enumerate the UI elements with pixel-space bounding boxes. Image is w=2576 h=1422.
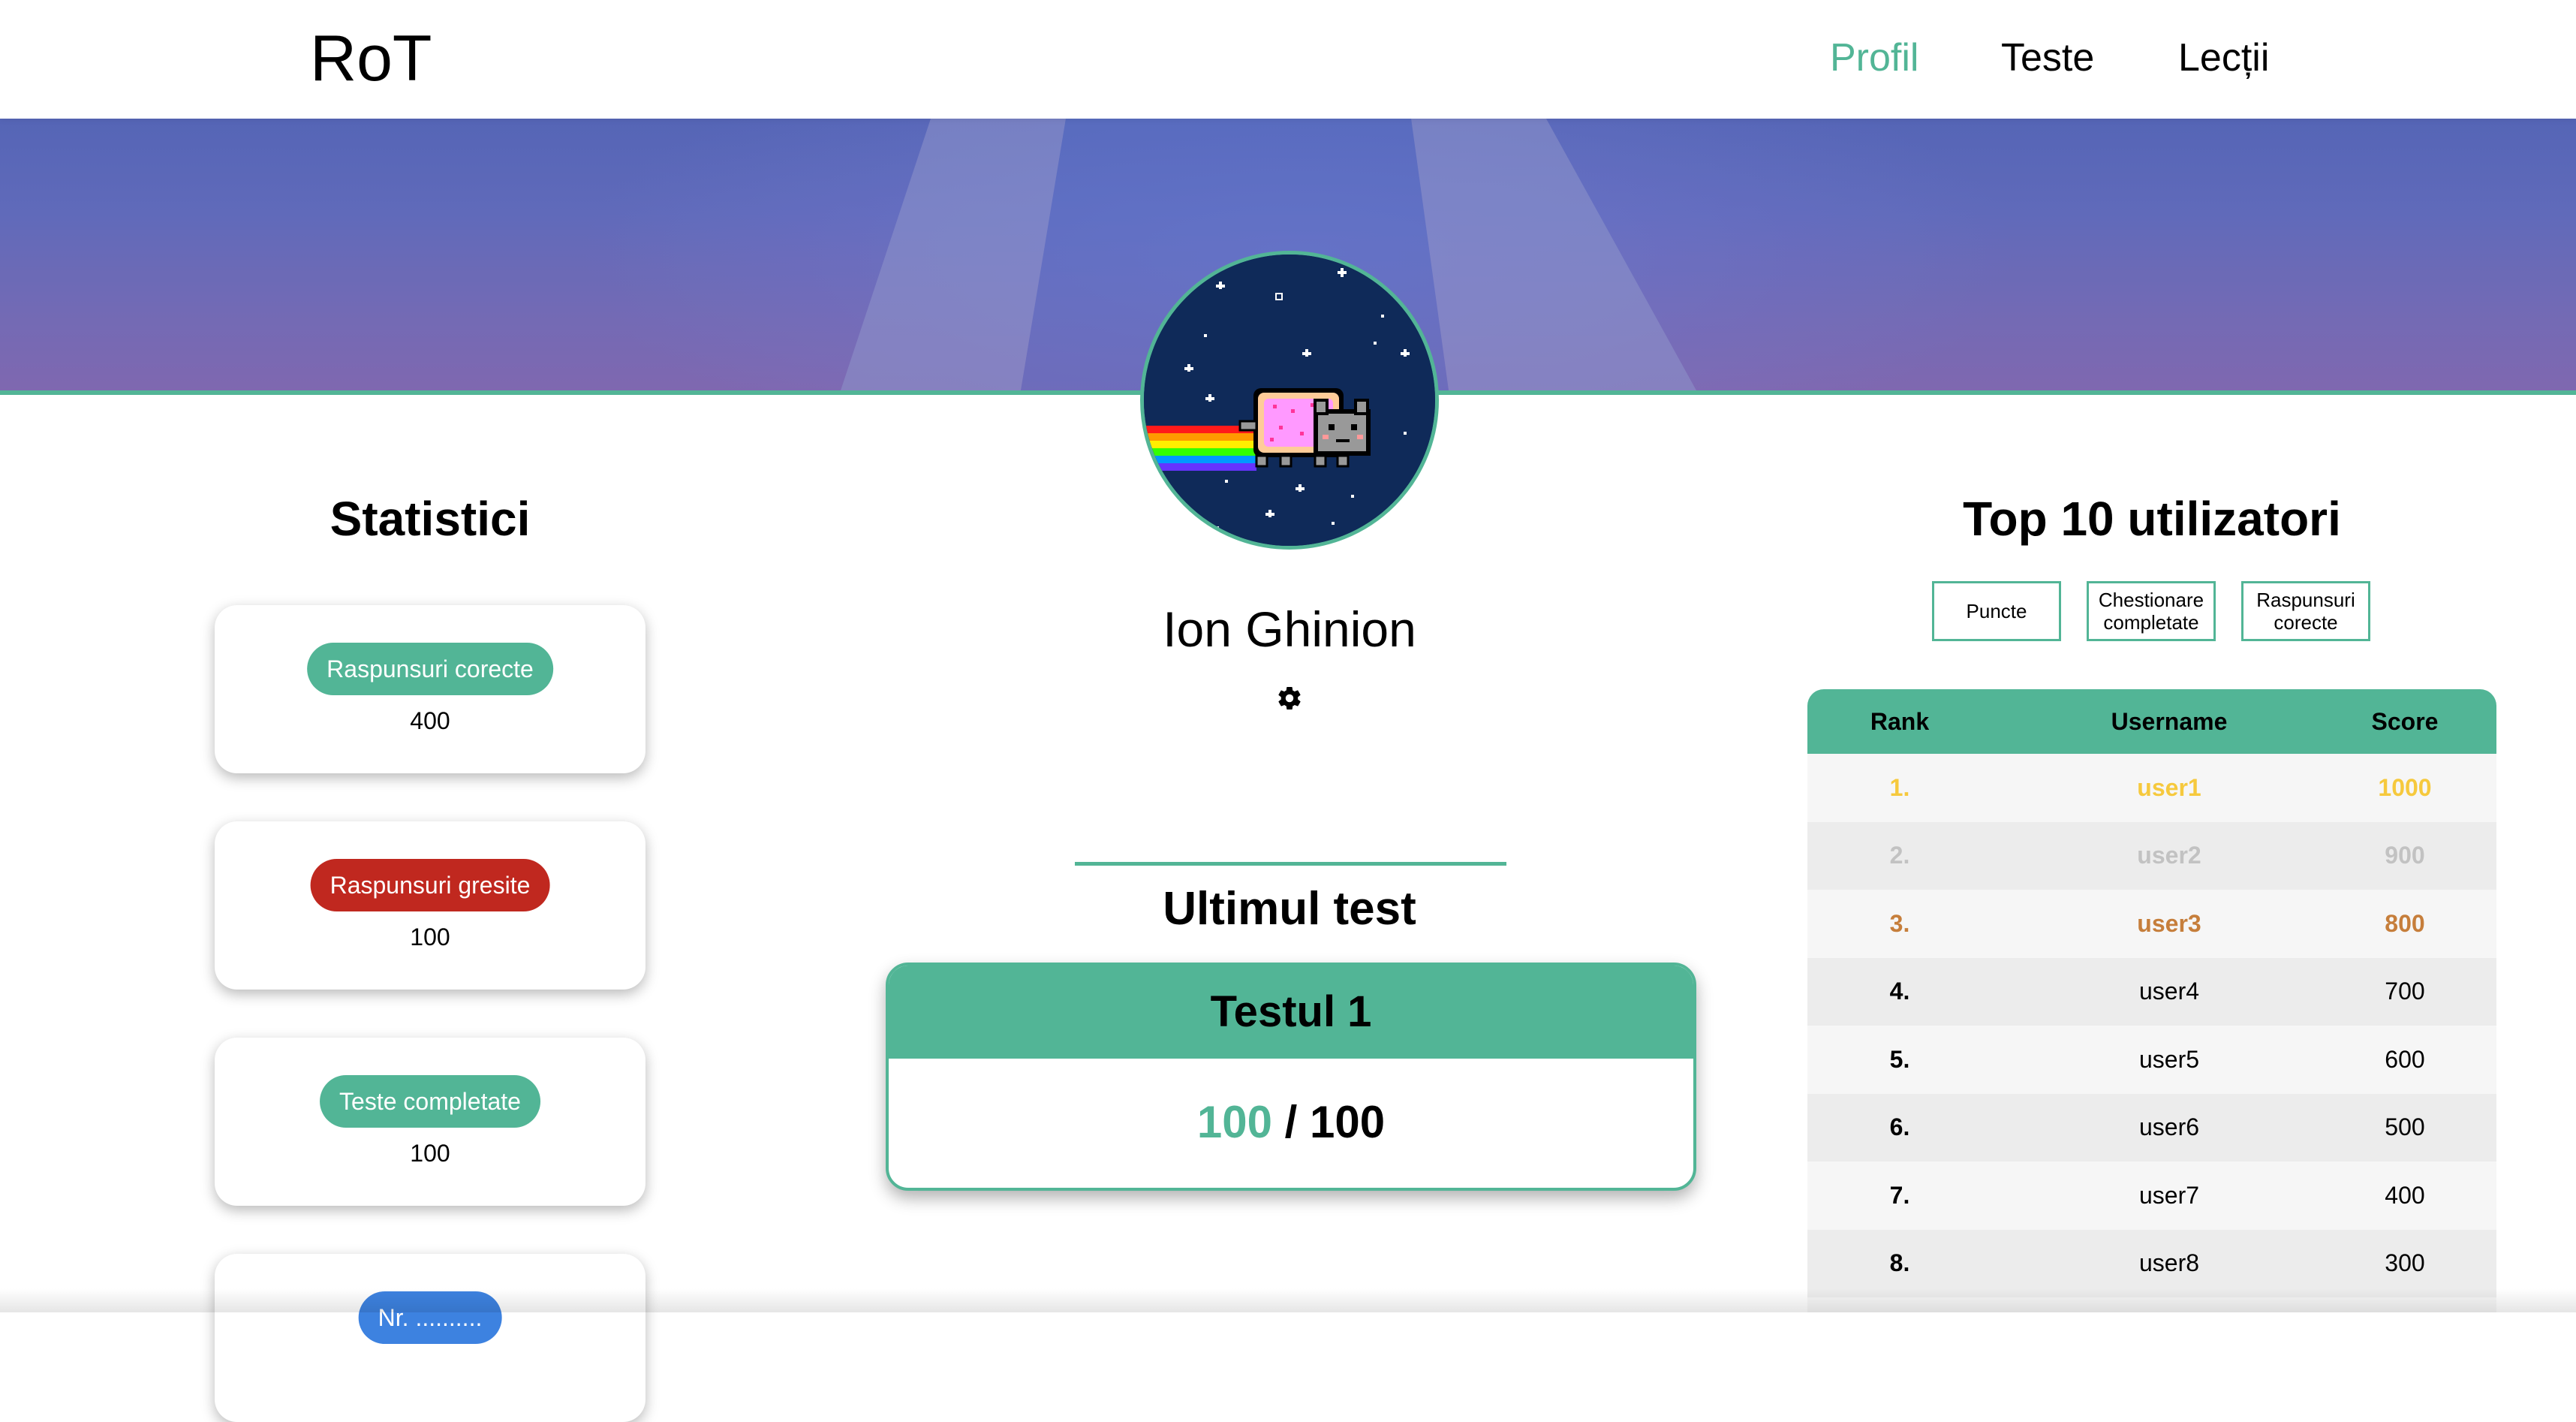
score-cell: 500 [2385, 1113, 2425, 1141]
nav-link-lectii[interactable]: Lecții [2178, 32, 2269, 84]
username-cell: user5 [2138, 1045, 2200, 1073]
score-cell: 300 [2385, 1249, 2425, 1277]
rank-cell: 5. [1889, 1045, 1910, 1073]
username-cell: user6 [2138, 1113, 2200, 1141]
stat-label-tests: Teste completate [320, 1075, 540, 1128]
nav-link-teste[interactable]: Teste [2001, 32, 2094, 84]
rank-cell: 4. [1889, 978, 1910, 1005]
filter-puncte-button[interactable]: Puncte [1932, 581, 2061, 641]
leaderboard-title: Top 10 utilizatori [1963, 492, 2341, 546]
last-test-score: 100 / 100 [889, 1059, 1693, 1186]
table-row: 2. user2 900 [1807, 821, 2496, 890]
table-row: 5. user5 600 [1807, 1026, 2496, 1094]
stat-value-correct: 400 [410, 707, 450, 734]
rank-cell: 8. [1889, 1249, 1910, 1277]
last-test-score-separator: / [1284, 1097, 1298, 1147]
rank-cell: 6. [1889, 1113, 1910, 1141]
leaderboard-body: 1. user1 1000 2. user2 900 3. user3 800 … [1807, 754, 2496, 1312]
viewport-bottom-shadow [0, 1288, 2576, 1312]
gear-icon[interactable] [1276, 685, 1303, 712]
last-test-heading: Ultimul test [1163, 883, 1416, 935]
table-row: 1. user1 1000 [1807, 754, 2496, 822]
column-header-score: Score [2371, 707, 2439, 735]
rank-cell: 2. [1889, 842, 1910, 869]
leaderboard-table: Rank Username Score 1. user1 1000 2. use… [1807, 689, 2496, 1312]
leaderboard-header: Rank Username Score [1807, 689, 2496, 754]
table-row: 4. user4 700 [1807, 957, 2496, 1026]
score-cell: 600 [2385, 1045, 2425, 1073]
last-test-score-value: 100 [1196, 1097, 1272, 1147]
column-header-rank: Rank [1870, 707, 1930, 735]
stat-card-tests: Teste completate 100 [215, 1038, 646, 1206]
table-row: 6. user6 500 [1807, 1093, 2496, 1161]
stats-title: Statistici [330, 492, 531, 546]
table-row: 8. user8 300 [1807, 1229, 2496, 1297]
last-test-divider [1075, 862, 1506, 866]
table-row: 7. user7 400 [1807, 1161, 2496, 1230]
table-row: 3. user3 800 [1807, 890, 2496, 958]
username-cell: user4 [2138, 978, 2200, 1005]
rank-cell: 1. [1889, 773, 1910, 801]
profile-avatar[interactable] [1140, 251, 1439, 550]
score-cell: 1000 [2378, 773, 2432, 801]
brand-logo[interactable]: RoT [310, 21, 432, 96]
username-cell: user8 [2138, 1249, 2200, 1277]
username-cell: user2 [2137, 842, 2201, 869]
profile-name: Ion Ghinion [1163, 601, 1416, 657]
rank-cell: 7. [1889, 1181, 1910, 1209]
rank-cell: 3. [1889, 909, 1910, 937]
stat-card-wrong: Raspunsuri gresite 100 [215, 821, 646, 990]
navbar: RoT Profil Teste Lecții [0, 0, 2576, 119]
stat-label-wrong: Raspunsuri gresite [310, 859, 550, 911]
filter-raspunsuri-button[interactable]: Raspunsuri corecte [2241, 581, 2370, 641]
score-cell: 800 [2385, 909, 2425, 937]
last-test-card[interactable]: Testul 1 100 / 100 [886, 963, 1696, 1191]
stat-card-correct: Raspunsuri corecte 400 [215, 605, 646, 773]
score-cell: 700 [2385, 978, 2425, 1005]
score-cell: 400 [2385, 1181, 2425, 1209]
stat-value-tests: 100 [410, 1140, 450, 1167]
column-header-username: Username [2111, 707, 2228, 735]
last-test-name: Testul 1 [889, 966, 1693, 1059]
last-test-score-max: 100 [1310, 1097, 1386, 1147]
username-cell: user1 [2137, 773, 2201, 801]
filter-chestionare-button[interactable]: Chestionare completate [2087, 581, 2216, 641]
stat-label-correct: Raspunsuri corecte [307, 643, 553, 695]
nav-link-profil[interactable]: Profil [1830, 32, 1918, 84]
stat-value-wrong: 100 [410, 923, 450, 951]
username-cell: user7 [2138, 1181, 2200, 1209]
stat-card-partial: Nr. .......... [215, 1254, 646, 1422]
username-cell: user3 [2137, 909, 2201, 937]
score-cell: 900 [2385, 842, 2425, 869]
nyan-cat-avatar-icon [1144, 255, 1435, 546]
